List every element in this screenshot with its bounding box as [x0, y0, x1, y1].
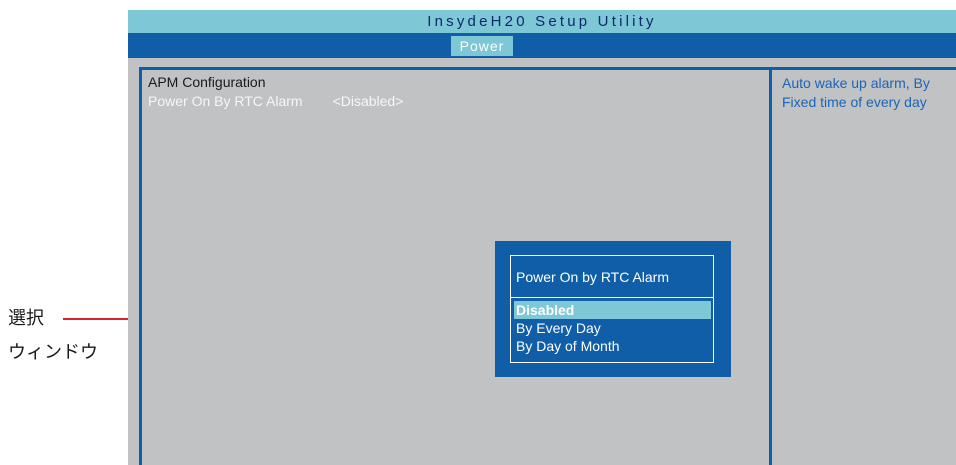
popup-title: Power On by RTC Alarm — [511, 256, 713, 298]
annotation-label-select: 選択 — [8, 308, 44, 329]
popup-option-day-of-month[interactable]: By Day of Month — [514, 337, 711, 355]
bios-setup-screen: InsydeH20 Setup Utility Power APM Config… — [128, 10, 956, 465]
bios-title: InsydeH20 Setup Utility — [128, 10, 956, 33]
setting-value[interactable]: <Disabled> — [333, 93, 404, 109]
tab-power[interactable]: Power — [451, 36, 513, 56]
section-title: APM Configuration — [148, 74, 266, 90]
popup-option-disabled[interactable]: Disabled — [514, 301, 711, 319]
help-text: Auto wake up alarm, By Fixed time of eve… — [782, 74, 956, 112]
selection-popup-frame: Power On by RTC Alarm Disabled By Every … — [510, 255, 714, 363]
help-text-line: Fixed time of every day — [782, 94, 927, 110]
annotation-label-window: ウィンドウ — [8, 342, 98, 363]
setting-label: Power On By RTC Alarm — [148, 93, 303, 109]
setting-row-rtc-alarm[interactable]: Power On By RTC Alarm <Disabled> — [148, 93, 403, 109]
popup-options-list: Disabled By Every Day By Day of Month — [514, 301, 711, 355]
help-text-line: Auto wake up alarm, By — [782, 75, 930, 91]
bios-menubar: Power — [128, 33, 956, 58]
help-pane — [772, 67, 956, 465]
selection-popup: Power On by RTC Alarm Disabled By Every … — [495, 241, 731, 377]
popup-option-every-day[interactable]: By Every Day — [514, 319, 711, 337]
